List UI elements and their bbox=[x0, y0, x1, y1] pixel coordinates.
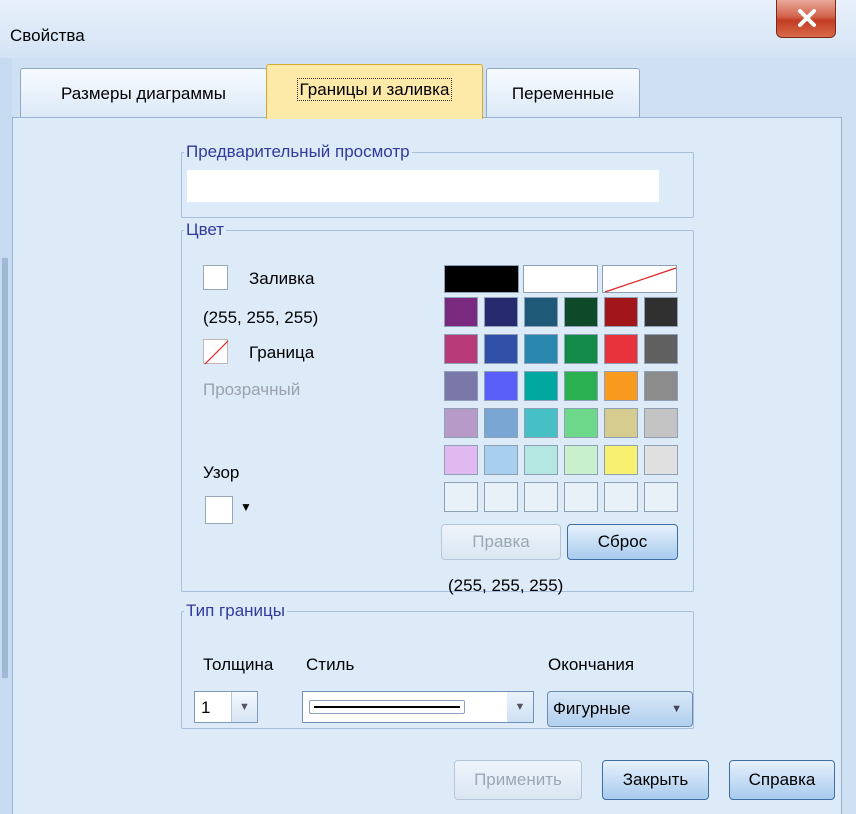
preview-area bbox=[187, 170, 659, 202]
color-cell[interactable] bbox=[604, 334, 638, 364]
color-group: Цвет Заливка (255, 255, 255) Граница Про… bbox=[181, 220, 694, 595]
thickness-label: Толщина bbox=[203, 655, 274, 674]
border-type-group: Тип границы Толщина Стиль Окончания 1 ▼ … bbox=[181, 601, 694, 729]
color-cell[interactable] bbox=[604, 482, 638, 512]
color-cell[interactable] bbox=[564, 371, 598, 401]
preview-legend: Предварительный просмотр bbox=[186, 142, 410, 161]
fill-label: Заливка bbox=[249, 269, 315, 288]
border-color-swatch[interactable] bbox=[203, 339, 229, 365]
color-cell[interactable] bbox=[644, 297, 678, 327]
color-cell[interactable] bbox=[523, 265, 598, 293]
color-cell[interactable] bbox=[444, 265, 519, 293]
color-cell[interactable] bbox=[524, 371, 558, 401]
selected-color-value: (255, 255, 255) bbox=[448, 576, 564, 595]
title-bar: Свойства bbox=[0, 0, 856, 58]
endings-value: Фигурные bbox=[553, 699, 631, 718]
line-style-preview bbox=[309, 700, 465, 714]
color-cell[interactable] bbox=[644, 334, 678, 364]
color-cell[interactable] bbox=[444, 371, 478, 401]
chevron-down-icon: ▼ bbox=[507, 692, 533, 722]
color-cell[interactable] bbox=[484, 408, 518, 438]
tab-variables[interactable]: Переменные bbox=[486, 68, 640, 118]
pattern-swatch[interactable] bbox=[205, 496, 233, 524]
color-cell[interactable] bbox=[484, 371, 518, 401]
color-cell[interactable] bbox=[524, 408, 558, 438]
endings-label: Окончания bbox=[548, 655, 635, 674]
line-style-select[interactable]: ▼ bbox=[302, 691, 534, 723]
border-label: Граница bbox=[249, 343, 315, 362]
transparent-color-cell[interactable] bbox=[602, 265, 677, 293]
chevron-down-icon: ▼ bbox=[671, 703, 682, 715]
thickness-select[interactable]: 1 ▼ bbox=[194, 691, 258, 723]
border-transparent-text: Прозрачный bbox=[203, 380, 301, 399]
tab-chart-size[interactable]: Размеры диаграммы bbox=[20, 68, 267, 118]
edit-color-button[interactable]: Правка bbox=[441, 524, 561, 560]
border-type-legend: Тип границы bbox=[186, 601, 286, 620]
close-icon bbox=[798, 9, 816, 27]
color-legend: Цвет bbox=[186, 220, 225, 239]
color-cell[interactable] bbox=[644, 482, 678, 512]
color-cell[interactable] bbox=[484, 334, 518, 364]
color-cell[interactable] bbox=[564, 482, 598, 512]
pattern-dropdown-arrow-icon[interactable]: ▼ bbox=[240, 500, 252, 514]
close-button[interactable]: Закрыть bbox=[602, 760, 709, 800]
color-cell[interactable] bbox=[524, 482, 558, 512]
window-title: Свойства bbox=[10, 26, 85, 45]
style-label: Стиль bbox=[306, 655, 355, 674]
tab-label: Границы и заливка bbox=[296, 78, 453, 101]
close-window-button[interactable] bbox=[776, 0, 836, 38]
color-cell[interactable] bbox=[644, 371, 678, 401]
reset-color-button[interactable]: Сброс bbox=[567, 524, 678, 560]
color-cell[interactable] bbox=[644, 445, 678, 475]
thickness-value: 1 bbox=[201, 698, 211, 717]
tab-label: Размеры диаграммы bbox=[61, 84, 226, 103]
color-cell[interactable] bbox=[444, 334, 478, 364]
fill-color-swatch[interactable] bbox=[203, 265, 228, 290]
tab-label: Переменные bbox=[511, 84, 615, 103]
tab-bar: Размеры диаграммы Границы и заливка Пере… bbox=[12, 64, 844, 119]
transparent-icon bbox=[204, 340, 229, 365]
help-button[interactable]: Справка bbox=[729, 760, 835, 800]
color-cell[interactable] bbox=[644, 408, 678, 438]
color-cell[interactable] bbox=[564, 297, 598, 327]
color-cell[interactable] bbox=[444, 445, 478, 475]
color-cell[interactable] bbox=[604, 445, 638, 475]
color-cell[interactable] bbox=[604, 408, 638, 438]
color-cell[interactable] bbox=[524, 297, 558, 327]
color-cell[interactable] bbox=[604, 371, 638, 401]
color-cell[interactable] bbox=[564, 408, 598, 438]
tab-panel: Предварительный просмотр Цвет Заливка (2… bbox=[12, 117, 842, 814]
preview-group: Предварительный просмотр bbox=[181, 142, 694, 218]
color-cell[interactable] bbox=[524, 334, 558, 364]
color-cell[interactable] bbox=[484, 445, 518, 475]
tab-borders-fill[interactable]: Границы и заливка bbox=[266, 64, 483, 119]
color-cell[interactable] bbox=[604, 297, 638, 327]
fill-rgb-value: (255, 255, 255) bbox=[203, 308, 319, 327]
color-cell[interactable] bbox=[484, 297, 518, 327]
endings-select[interactable]: Фигурные ▼ bbox=[547, 691, 693, 727]
color-cell[interactable] bbox=[564, 334, 598, 364]
transparent-icon bbox=[604, 267, 677, 293]
pattern-label: Узор bbox=[203, 463, 240, 482]
window-edge bbox=[0, 58, 12, 814]
apply-button[interactable]: Применить bbox=[454, 760, 582, 800]
color-cell[interactable] bbox=[484, 482, 518, 512]
color-cell[interactable] bbox=[444, 297, 478, 327]
color-cell[interactable] bbox=[444, 482, 478, 512]
chevron-down-icon: ▼ bbox=[231, 692, 257, 722]
color-cell[interactable] bbox=[444, 408, 478, 438]
color-cell[interactable] bbox=[564, 445, 598, 475]
color-cell[interactable] bbox=[524, 445, 558, 475]
